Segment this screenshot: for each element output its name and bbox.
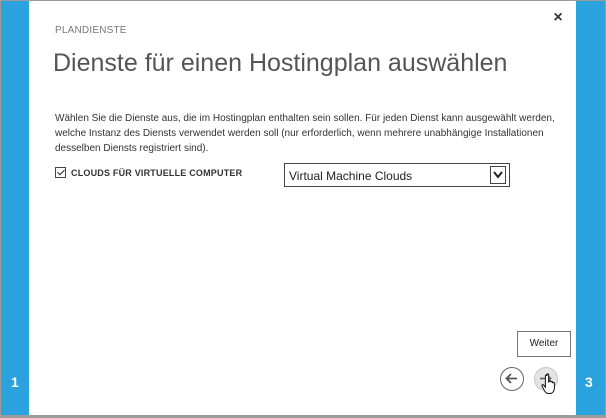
- dropdown-button[interactable]: [490, 166, 506, 184]
- service-checkbox-label[interactable]: CLOUDS FÜR VIRTUELLE COMPUTER: [71, 168, 242, 178]
- wizard-dialog: × PLANDIENSTE Dienste für einen Hostingp…: [29, 1, 576, 415]
- close-icon: ×: [553, 9, 563, 26]
- arrow-left-icon: [505, 373, 517, 384]
- service-checkbox-row[interactable]: CLOUDS FÜR VIRTUELLE COMPUTER: [55, 167, 242, 178]
- next-step-strip[interactable]: 3: [576, 1, 605, 415]
- section-eyebrow: PLANDIENSTE: [55, 25, 127, 36]
- description-text: Wählen Sie die Dienste aus, die im Hosti…: [55, 113, 555, 154]
- next-tooltip: Weiter: [517, 331, 571, 357]
- previous-step-strip[interactable]: 1: [1, 1, 29, 415]
- wizard-frame: 1 3 × PLANDIENSTE Dienste für einen Host…: [0, 0, 606, 418]
- select-value: Virtual Machine Clouds: [289, 169, 413, 183]
- hand-pointer-icon: [541, 373, 555, 394]
- service-checkbox[interactable]: [55, 167, 66, 178]
- next-step-number: 3: [585, 374, 593, 390]
- close-button[interactable]: ×: [550, 10, 566, 26]
- service-instance-select[interactable]: Virtual Machine Clouds: [284, 163, 510, 187]
- page-title: Dienste für einen Hostingplan auswählen: [53, 49, 508, 77]
- previous-button[interactable]: [500, 367, 524, 391]
- previous-step-number: 1: [11, 374, 19, 390]
- chevron-down-icon: [493, 171, 503, 179]
